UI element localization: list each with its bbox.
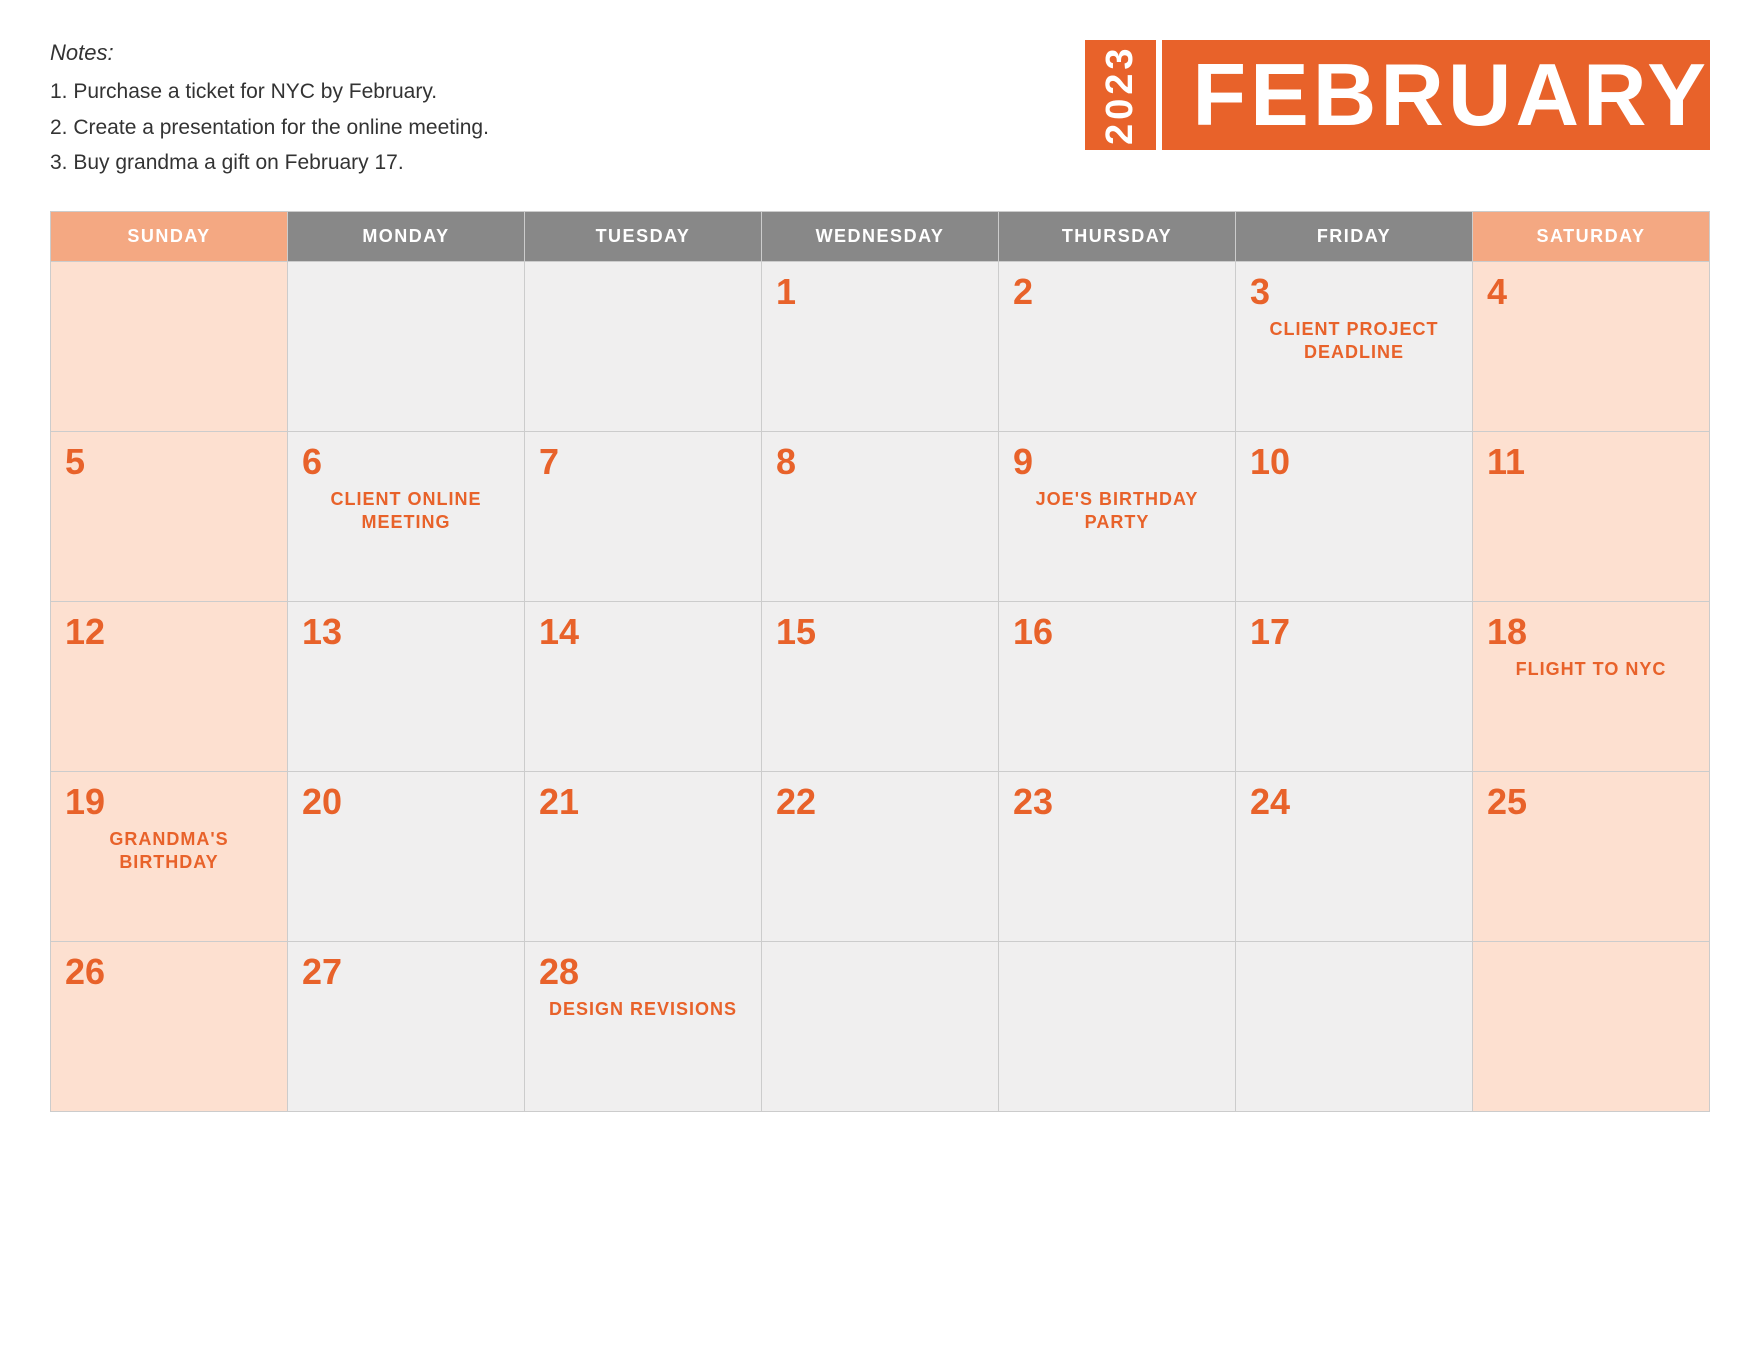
calendar-cell: 7: [525, 432, 762, 602]
calendar-cell: 17: [1236, 602, 1473, 772]
notes-list: 1. Purchase a ticket for NYC by February…: [50, 74, 489, 181]
event-label: GRANDMA'S BIRTHDAY: [65, 828, 273, 875]
event-label: JOE'S BIRTHDAY PARTY: [1013, 488, 1221, 535]
day-number: 2: [1013, 274, 1221, 310]
day-number: 6: [302, 444, 510, 480]
day-number: 10: [1250, 444, 1458, 480]
day-number: 11: [1487, 444, 1695, 480]
day-number: 7: [539, 444, 747, 480]
calendar-cell: 22: [762, 772, 999, 942]
calendar-cell: 20: [288, 772, 525, 942]
calendar-cell: 6 CLIENT ONLINE MEETING: [288, 432, 525, 602]
calendar-table: SUNDAYMONDAYTUESDAYWEDNESDAYTHURSDAYFRID…: [50, 211, 1710, 1112]
note-item: 1. Purchase a ticket for NYC by February…: [50, 74, 489, 110]
calendar-cell: 4: [1473, 262, 1710, 432]
calendar-cell: [51, 262, 288, 432]
month-title: FEBRUARY: [1192, 51, 1710, 139]
calendar-cell: [1473, 942, 1710, 1112]
calendar-header-row: SUNDAYMONDAYTUESDAYWEDNESDAYTHURSDAYFRID…: [51, 212, 1710, 262]
calendar-cell: 3 CLIENT PROJECT DEADLINE: [1236, 262, 1473, 432]
calendar-cell: 14: [525, 602, 762, 772]
calendar-week-3: 12 13 14 15 16 17 18 FLIGHT TO NYC: [51, 602, 1710, 772]
calendar-week-1: 123 CLIENT PROJECT DEADLINE 4: [51, 262, 1710, 432]
calendar-cell: 1: [762, 262, 999, 432]
calendar-cell: 27: [288, 942, 525, 1112]
note-item: 3. Buy grandma a gift on February 17.: [50, 145, 489, 181]
day-number: 20: [302, 784, 510, 820]
weekday-header-sunday: SUNDAY: [51, 212, 288, 262]
day-number: 24: [1250, 784, 1458, 820]
calendar-week-2: 56 CLIENT ONLINE MEETING 789 JOE'S BIRTHDAY…: [51, 432, 1710, 602]
day-number: 12: [65, 614, 273, 650]
day-number: 4: [1487, 274, 1695, 310]
calendar-cell: 23: [999, 772, 1236, 942]
weekday-header-saturday: SATURDAY: [1473, 212, 1710, 262]
calendar-cell: 16: [999, 602, 1236, 772]
day-number: 28: [539, 954, 747, 990]
weekday-header-thursday: THURSDAY: [999, 212, 1236, 262]
weekday-header-friday: FRIDAY: [1236, 212, 1473, 262]
calendar-cell: 5: [51, 432, 288, 602]
note-item: 2. Create a presentation for the online …: [50, 110, 489, 146]
day-number: 18: [1487, 614, 1695, 650]
calendar-cell: 28 DESIGN REVISIONS: [525, 942, 762, 1112]
weekday-header-tuesday: TUESDAY: [525, 212, 762, 262]
day-number: 27: [302, 954, 510, 990]
month-banner: FEBRUARY: [1162, 40, 1710, 150]
day-number: 14: [539, 614, 747, 650]
event-label: CLIENT ONLINE MEETING: [302, 488, 510, 535]
event-label: DESIGN REVISIONS: [539, 998, 747, 1021]
calendar-cell: 9 JOE'S BIRTHDAY PARTY: [999, 432, 1236, 602]
weekday-header-monday: MONDAY: [288, 212, 525, 262]
calendar-cell: 24: [1236, 772, 1473, 942]
top-section: Notes: 1. Purchase a ticket for NYC by F…: [50, 40, 1710, 181]
calendar-cell: 11: [1473, 432, 1710, 602]
calendar-cell: [999, 942, 1236, 1112]
year-badge: 2023: [1085, 40, 1156, 150]
calendar-cell: 18 FLIGHT TO NYC: [1473, 602, 1710, 772]
calendar-cell: 26: [51, 942, 288, 1112]
calendar-cell: 25: [1473, 772, 1710, 942]
day-number: 5: [65, 444, 273, 480]
day-number: 26: [65, 954, 273, 990]
calendar-cell: [525, 262, 762, 432]
calendar-week-4: 19 GRANDMA'S BIRTHDAY 20 21 22 23 24 25: [51, 772, 1710, 942]
day-number: 19: [65, 784, 273, 820]
calendar-body: 123CLIENT PROJECT DEADLINE456CLIENT ONLI…: [51, 262, 1710, 1112]
calendar-cell: 19 GRANDMA'S BIRTHDAY: [51, 772, 288, 942]
day-number: 15: [776, 614, 984, 650]
day-number: 17: [1250, 614, 1458, 650]
day-number: 25: [1487, 784, 1695, 820]
day-number: 16: [1013, 614, 1221, 650]
calendar-cell: 13: [288, 602, 525, 772]
day-number: 8: [776, 444, 984, 480]
calendar-cell: 10: [1236, 432, 1473, 602]
day-number: 22: [776, 784, 984, 820]
calendar-header: 2023 FEBRUARY: [1085, 40, 1710, 150]
calendar-cell: 15: [762, 602, 999, 772]
day-number: 21: [539, 784, 747, 820]
notes-section: Notes: 1. Purchase a ticket for NYC by F…: [50, 40, 489, 181]
calendar-cell: 8: [762, 432, 999, 602]
calendar-cell: [1236, 942, 1473, 1112]
weekday-header-wednesday: WEDNESDAY: [762, 212, 999, 262]
event-label: CLIENT PROJECT DEADLINE: [1250, 318, 1458, 365]
day-number: 13: [302, 614, 510, 650]
calendar-cell: 21: [525, 772, 762, 942]
day-number: 23: [1013, 784, 1221, 820]
calendar-cell: [288, 262, 525, 432]
calendar-cell: 12: [51, 602, 288, 772]
notes-title: Notes:: [50, 40, 489, 66]
day-number: 9: [1013, 444, 1221, 480]
event-label: FLIGHT TO NYC: [1487, 658, 1695, 681]
calendar-cell: [762, 942, 999, 1112]
calendar-week-5: 26 27 28 DESIGN REVISIONS: [51, 942, 1710, 1112]
calendar-cell: 2: [999, 262, 1236, 432]
day-number: 1: [776, 274, 984, 310]
day-number: 3: [1250, 274, 1458, 310]
